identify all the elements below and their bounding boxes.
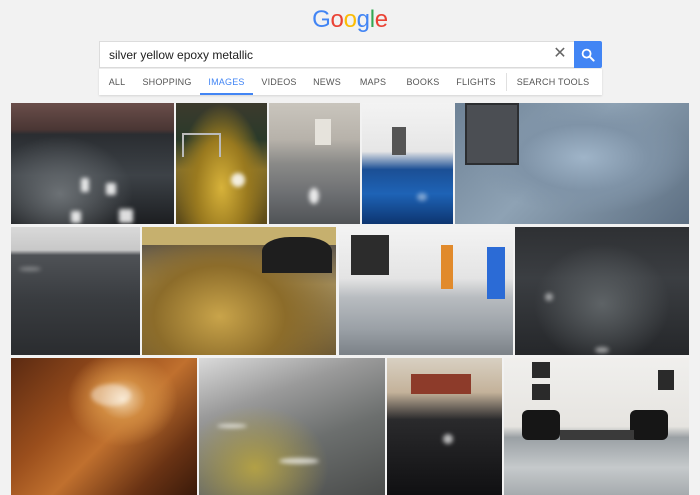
tab-divider	[506, 73, 507, 91]
image-result[interactable]	[142, 227, 336, 355]
image-result[interactable]	[199, 358, 385, 495]
tab-all[interactable]: ALL	[99, 69, 135, 95]
logo-letter: e	[374, 6, 388, 33]
counter	[411, 374, 471, 394]
logo-letter: g	[356, 6, 370, 33]
tab-images[interactable]: IMAGES	[200, 69, 253, 95]
image-result[interactable]	[455, 103, 689, 224]
logo-letter: G	[312, 6, 331, 33]
doorway	[351, 235, 389, 275]
tab-search-tools[interactable]: SEARCH TOOLS	[511, 69, 595, 95]
logo-letter: o	[343, 6, 357, 33]
tool-cabinet	[465, 103, 519, 165]
door	[392, 127, 406, 155]
image-result[interactable]	[339, 227, 513, 355]
google-logo[interactable]: Google	[0, 6, 700, 34]
wall-picture	[532, 384, 550, 400]
search-input[interactable]	[109, 42, 539, 67]
search-button[interactable]	[574, 41, 602, 68]
wall-picture	[658, 370, 674, 390]
image-result[interactable]	[11, 227, 140, 355]
wall-picture	[532, 362, 550, 378]
tab-maps[interactable]: MAPS	[353, 69, 393, 95]
image-result[interactable]	[11, 358, 197, 495]
lounge-chair	[630, 410, 668, 440]
lounge-chair	[522, 410, 560, 440]
tab-videos[interactable]: VIDEOS	[256, 69, 302, 95]
orange-door	[441, 245, 453, 289]
tab-news[interactable]: NEWS	[307, 69, 347, 95]
tab-shopping[interactable]: SHOPPING	[135, 69, 199, 95]
tab-books[interactable]: BOOKS	[400, 69, 446, 95]
machine	[262, 237, 332, 273]
image-result[interactable]	[176, 103, 267, 224]
close-icon[interactable]: ✕	[552, 46, 568, 62]
search-tabs: ALL SHOPPING IMAGES VIDEOS NEWS MAPS BOO…	[99, 68, 602, 95]
image-result[interactable]	[515, 227, 689, 355]
image-result[interactable]	[269, 103, 360, 224]
search-icon	[581, 48, 595, 62]
logo-letter: o	[330, 6, 344, 33]
search-box: ✕	[99, 41, 574, 68]
image-result[interactable]	[387, 358, 502, 495]
tab-flights[interactable]: FLIGHTS	[452, 69, 500, 95]
image-result[interactable]	[362, 103, 453, 224]
doorway	[315, 119, 331, 145]
coffee-table	[560, 430, 634, 440]
railing	[182, 133, 221, 157]
image-result[interactable]	[504, 358, 689, 495]
blue-door	[487, 247, 505, 299]
image-result[interactable]	[11, 103, 174, 224]
